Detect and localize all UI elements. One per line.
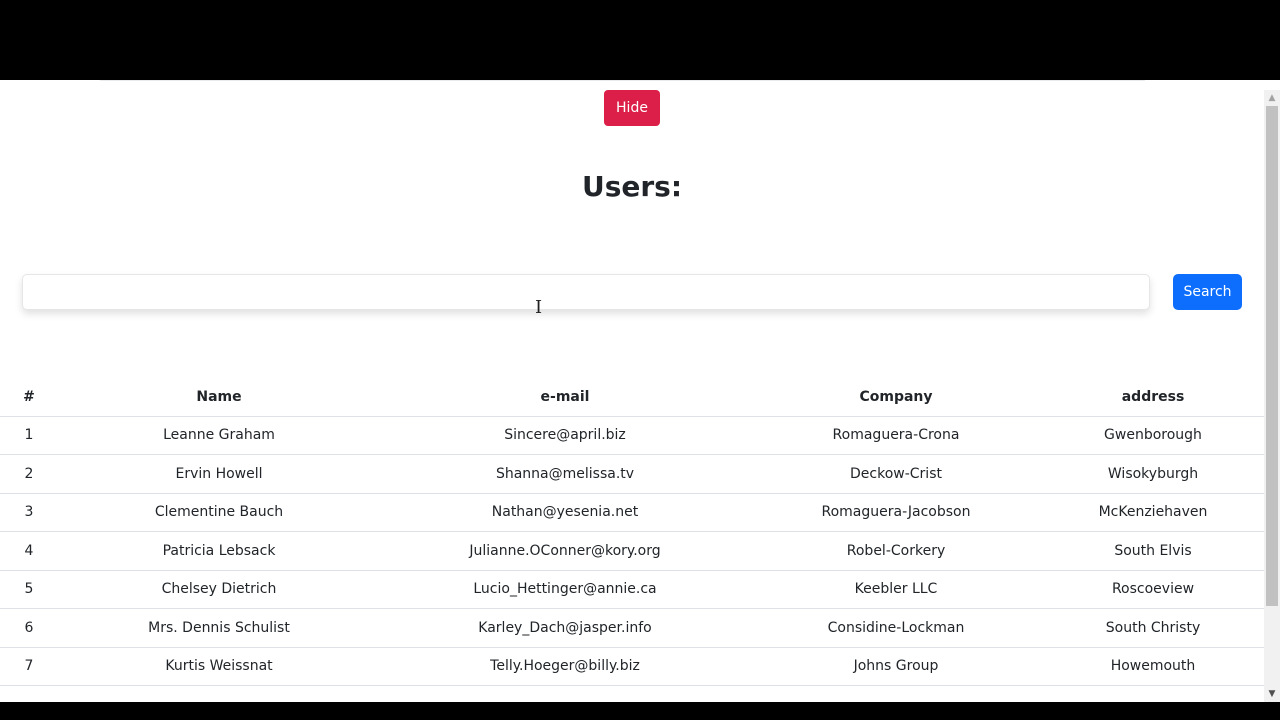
scroll-up-arrow-icon[interactable]: ▲	[1264, 90, 1280, 106]
header-number: #	[0, 378, 58, 417]
cell-name: Clementine Bauch	[58, 493, 380, 532]
table-row: 3 Clementine Bauch Nathan@yesenia.net Ro…	[0, 493, 1264, 532]
scrollbar-thumb[interactable]	[1266, 106, 1278, 606]
table-header-row: # Name e-mail Company address	[0, 378, 1264, 417]
browser-bottom-bar	[0, 702, 1280, 720]
cell-company: Romaguera-Crona	[750, 416, 1042, 455]
cell-email: Karley_Dach@jasper.info	[380, 608, 750, 648]
cell-number: 1	[0, 416, 58, 455]
page-viewport: Hide Users: I Search # Name e-mail Compa…	[0, 80, 1280, 702]
cell-number: 4	[0, 531, 58, 571]
table-row: 5 Chelsey Dietrich Lucio_Hettinger@annie…	[0, 570, 1264, 609]
cell-email: Sincere@april.biz	[380, 416, 750, 455]
header-company: Company	[750, 378, 1042, 417]
cell-company: Romaguera-Jacobson	[750, 493, 1042, 532]
cell-number: 6	[0, 608, 58, 648]
search-input[interactable]	[22, 274, 1150, 310]
header-address: address	[1042, 378, 1264, 417]
cell-address: South Elvis	[1042, 531, 1264, 571]
cell-email: Julianne.OConner@kory.org	[380, 531, 750, 571]
cell-company: Deckow-Crist	[750, 454, 1042, 494]
table-row: 4 Patricia Lebsack Julianne.OConner@kory…	[0, 531, 1264, 571]
cell-name: Mrs. Dennis Schulist	[58, 608, 380, 648]
cell-address: Howemouth	[1042, 647, 1264, 686]
cell-name: Leanne Graham	[58, 416, 380, 455]
cell-address: Roscoeview	[1042, 570, 1264, 609]
cell-email: Shanna@melissa.tv	[380, 454, 750, 494]
table-row: 1 Leanne Graham Sincere@april.biz Romagu…	[0, 416, 1264, 455]
table-row: 6 Mrs. Dennis Schulist Karley_Dach@jaspe…	[0, 608, 1264, 648]
table-row: 7 Kurtis Weissnat Telly.Hoeger@billy.biz…	[0, 647, 1264, 686]
cell-company: Considine-Lockman	[750, 608, 1042, 648]
cell-number: 2	[0, 454, 58, 494]
cell-company: Robel-Corkery	[750, 531, 1042, 571]
cell-email: Lucio_Hettinger@annie.ca	[380, 570, 750, 609]
scroll-down-arrow-icon[interactable]: ▼	[1264, 686, 1280, 702]
cell-number: 3	[0, 493, 58, 532]
cell-email: Nathan@yesenia.net	[380, 493, 750, 532]
text-cursor-icon: I	[535, 297, 543, 318]
cell-number: 5	[0, 570, 58, 609]
cell-name: Patricia Lebsack	[58, 531, 380, 571]
cell-name: Ervin Howell	[58, 454, 380, 494]
cell-email: Telly.Hoeger@billy.biz	[380, 647, 750, 686]
cell-address: Gwenborough	[1042, 416, 1264, 455]
browser-top-bar	[0, 0, 1280, 80]
cell-address: Wisokyburgh	[1042, 454, 1264, 494]
hide-button[interactable]: Hide	[604, 90, 660, 126]
header-name: Name	[58, 378, 380, 417]
cell-company: Johns Group	[750, 647, 1042, 686]
page-title: Users:	[581, 170, 683, 203]
page-content: Hide Users: I Search # Name e-mail Compa…	[0, 80, 1264, 702]
vertical-scrollbar[interactable]: ▲ ▼	[1264, 90, 1280, 702]
cell-name: Kurtis Weissnat	[58, 647, 380, 686]
cell-number: 7	[0, 647, 58, 686]
search-button[interactable]: Search	[1173, 274, 1242, 310]
table-row: 2 Ervin Howell Shanna@melissa.tv Deckow-…	[0, 454, 1264, 494]
users-table: # Name e-mail Company address 1 Leanne G…	[0, 378, 1264, 686]
cell-name: Chelsey Dietrich	[58, 570, 380, 609]
cell-address: McKenziehaven	[1042, 493, 1264, 532]
header-email: e-mail	[380, 378, 750, 417]
cell-address: South Christy	[1042, 608, 1264, 648]
cell-company: Keebler LLC	[750, 570, 1042, 609]
